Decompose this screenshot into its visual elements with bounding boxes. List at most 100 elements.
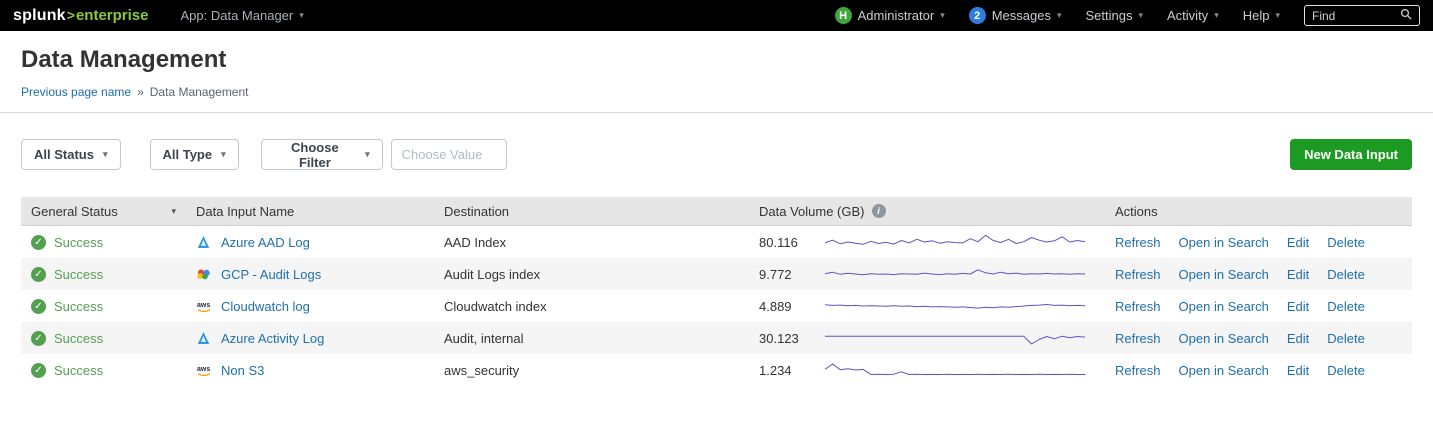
destination-cell: Audit, internal [434,331,749,346]
chevron-down-icon: ▾ [299,11,304,20]
data-input-link[interactable]: Non S3 [221,363,264,378]
edit-link[interactable]: Edit [1287,363,1309,378]
destination-cell: Audit Logs index [434,267,749,282]
actions-cell: Refresh Open in Search Edit Delete [1103,235,1412,250]
success-check-icon: ✓ [31,267,46,282]
edit-link[interactable]: Edit [1287,235,1309,250]
name-cell: aws Cloudwatch log [186,299,434,314]
chevron-down-icon: ▾ [365,150,370,159]
delete-link[interactable]: Delete [1327,235,1365,250]
page-title: Data Management [21,46,1412,74]
help-menu[interactable]: Help ▾ [1243,8,1280,23]
data-inputs-table: General Status ▾ Data Input Name Destina… [21,197,1412,386]
svg-text:aws: aws [197,366,210,373]
destination-cell: aws_security [434,363,749,378]
success-check-icon: ✓ [31,235,46,250]
status-label: Success [54,235,103,250]
open-in-search-link[interactable]: Open in Search [1179,299,1269,314]
data-input-link[interactable]: Azure Activity Log [221,331,324,346]
svg-text:aws: aws [197,302,210,309]
table-row: ✓ Success aws Cloudwatch log Cloudwatch … [21,290,1412,322]
find-input[interactable] [1312,9,1396,23]
status-filter-dropdown[interactable]: All Status ▾ [21,139,121,170]
volume-value: 1.234 [759,363,825,378]
volume-value: 9.772 [759,267,825,282]
delete-link[interactable]: Delete [1327,267,1365,282]
data-input-link[interactable]: Azure AAD Log [221,235,310,250]
delete-link[interactable]: Delete [1327,331,1365,346]
success-check-icon: ✓ [31,299,46,314]
actions-cell: Refresh Open in Search Edit Delete [1103,267,1412,282]
data-input-link[interactable]: GCP - Audit Logs [221,267,321,282]
header-general-status[interactable]: General Status ▾ [21,204,186,219]
table-row: ✓ Success GCP - Audit Logs Audit Logs in… [21,258,1412,290]
header-data-volume-label: Data Volume (GB) [759,204,865,219]
open-in-search-link[interactable]: Open in Search [1179,267,1269,282]
aws-icon: aws [196,363,213,377]
chevron-down-icon: ▾ [940,11,945,20]
destination-cell: Cloudwatch index [434,299,749,314]
choose-filter-dropdown[interactable]: Choose Filter ▾ [261,139,383,170]
volume-sparkline [825,264,1085,284]
messages-menu[interactable]: 2 Messages ▾ [969,7,1062,24]
chevron-down-icon: ▾ [221,150,226,159]
chevron-down-icon: ▾ [1138,11,1143,20]
messages-label: Messages [992,8,1051,23]
refresh-link[interactable]: Refresh [1115,267,1161,282]
open-in-search-link[interactable]: Open in Search [1179,331,1269,346]
logo-text-enterprise: enterprise [76,7,149,24]
refresh-link[interactable]: Refresh [1115,299,1161,314]
topbar: splunk > enterprise App: Data Manager ▾ … [0,0,1433,31]
edit-link[interactable]: Edit [1287,331,1309,346]
info-icon[interactable]: i [872,204,886,218]
open-in-search-link[interactable]: Open in Search [1179,235,1269,250]
splunk-logo[interactable]: splunk > enterprise [13,7,149,25]
activity-menu[interactable]: Activity ▾ [1167,8,1219,23]
header-actions: Actions [1103,204,1412,219]
volume-value: 4.889 [759,299,825,314]
search-icon [1400,8,1412,23]
edit-link[interactable]: Edit [1287,299,1309,314]
user-menu[interactable]: H Administrator ▾ [835,7,945,24]
volume-sparkline [825,328,1085,348]
new-data-input-button[interactable]: New Data Input [1290,139,1412,170]
status-label: Success [54,331,103,346]
header-destination: Destination [434,204,749,219]
app-switcher-menu[interactable]: App: Data Manager ▾ [181,8,304,23]
volume-cell: 30.123 [749,328,1103,348]
volume-cell: 9.772 [749,264,1103,284]
page-header: Data Management Previous page name » Dat… [0,31,1433,112]
delete-link[interactable]: Delete [1327,363,1365,378]
choose-value-input[interactable] [391,139,507,170]
edit-link[interactable]: Edit [1287,267,1309,282]
find-search-box [1304,5,1420,26]
success-check-icon: ✓ [31,363,46,378]
settings-label: Settings [1086,8,1133,23]
refresh-link[interactable]: Refresh [1115,235,1161,250]
settings-menu[interactable]: Settings ▾ [1086,8,1144,23]
type-filter-label: All Type [163,147,213,162]
chevron-down-icon: ▾ [1214,11,1219,20]
volume-sparkline [825,232,1085,252]
activity-label: Activity [1167,8,1208,23]
header-general-status-label: General Status [31,204,118,219]
refresh-link[interactable]: Refresh [1115,363,1161,378]
volume-cell: 80.116 [749,232,1103,252]
status-cell: ✓ Success [21,363,186,378]
destination-cell: AAD Index [434,235,749,250]
header-data-input-name: Data Input Name [186,204,434,219]
status-cell: ✓ Success [21,267,186,282]
status-label: Success [54,267,103,282]
name-cell: aws Non S3 [186,363,434,378]
logo-gt-icon: > [67,7,75,23]
status-filter-label: All Status [34,147,94,162]
refresh-link[interactable]: Refresh [1115,331,1161,346]
type-filter-dropdown[interactable]: All Type ▾ [150,139,239,170]
delete-link[interactable]: Delete [1327,299,1365,314]
open-in-search-link[interactable]: Open in Search [1179,363,1269,378]
azure-icon [196,331,213,345]
data-input-link[interactable]: Cloudwatch log [221,299,310,314]
topbar-menu-group: H Administrator ▾ 2 Messages ▾ Settings … [835,5,1420,26]
breadcrumb-previous-link[interactable]: Previous page name [21,85,131,99]
volume-sparkline [825,360,1085,380]
